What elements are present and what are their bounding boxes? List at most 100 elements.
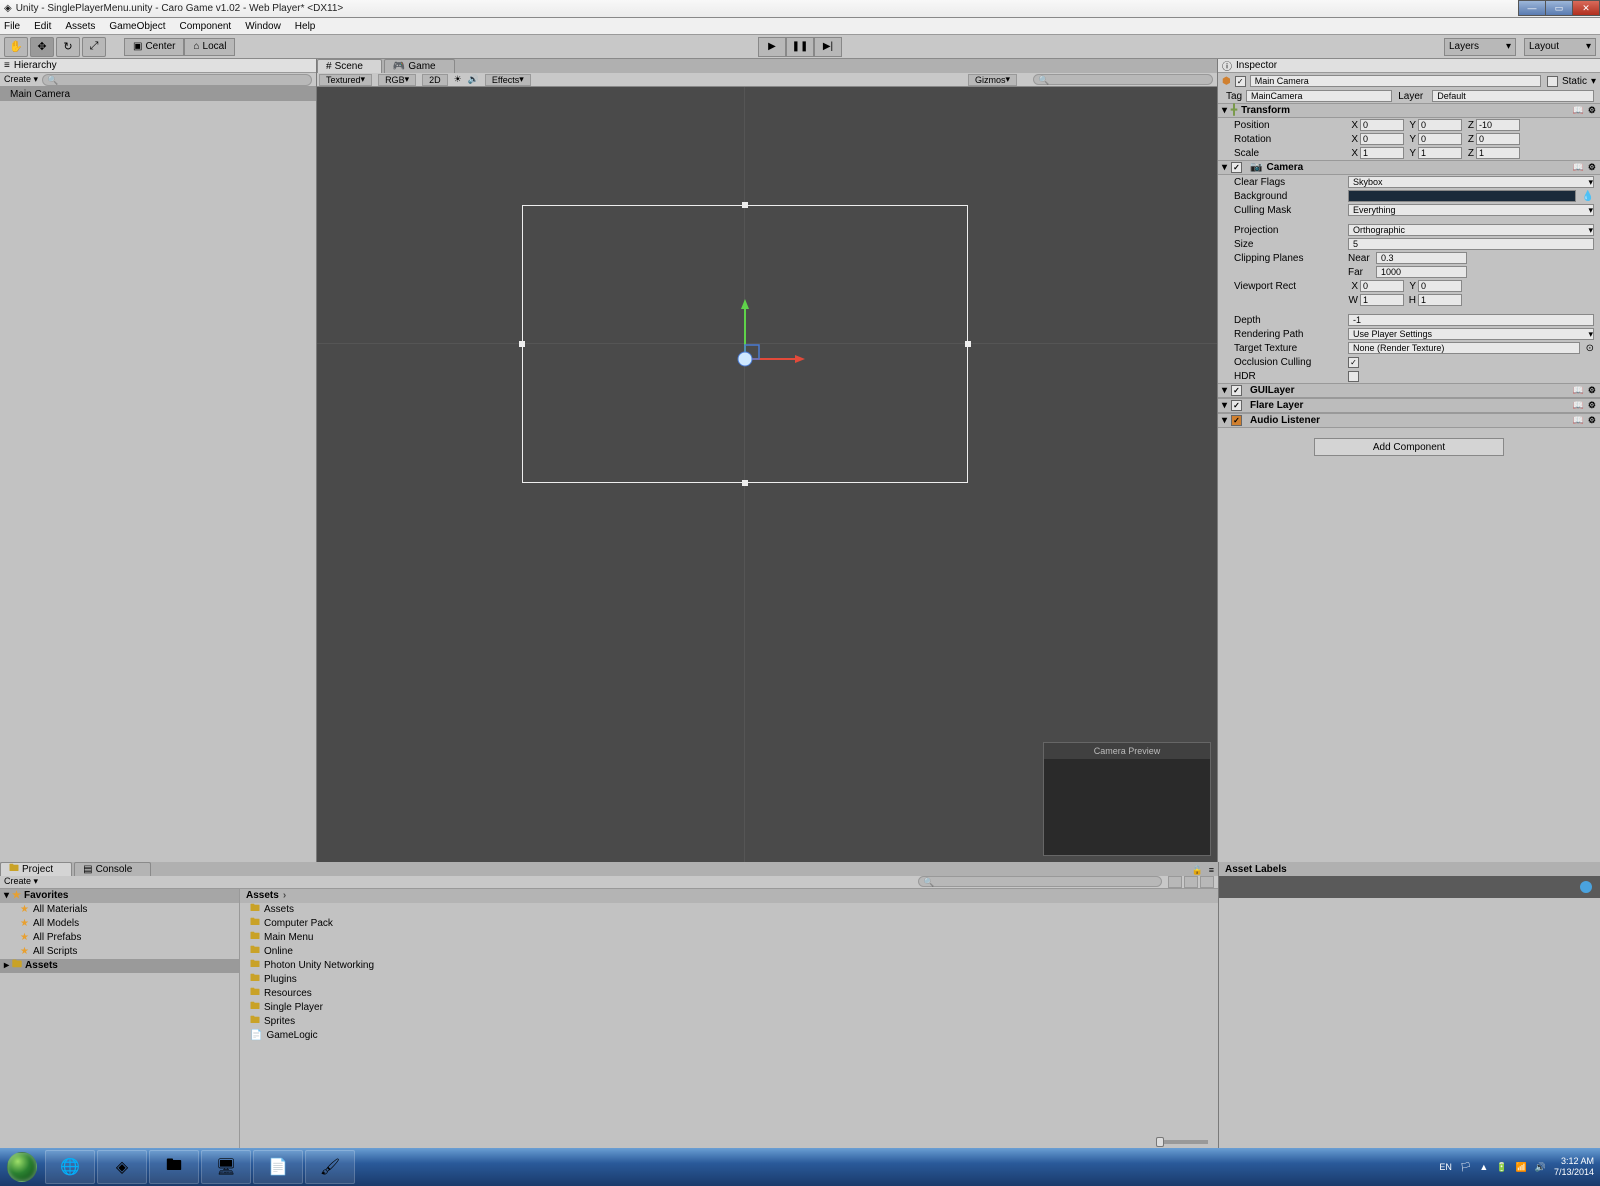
flarelayer-enabled-checkbox[interactable]: ✓	[1231, 400, 1242, 411]
rotation-x-input[interactable]	[1360, 133, 1404, 145]
close-button[interactable]: ✕	[1572, 0, 1600, 16]
help-icon[interactable]: 📖	[1573, 385, 1584, 396]
rotate-tool-button[interactable]: ↻	[56, 37, 80, 57]
assetbundle-icon[interactable]	[1580, 881, 1592, 893]
menu-gameobject[interactable]: GameObject	[109, 21, 165, 32]
scene-tab[interactable]: #Scene	[317, 59, 382, 73]
gameobject-name-input[interactable]: Main Camera	[1250, 75, 1541, 87]
project-item[interactable]: 🖿Assets	[240, 903, 1218, 917]
menu-assets[interactable]: Assets	[65, 21, 95, 32]
favorite-all-models[interactable]: ★All Models	[0, 917, 239, 931]
filter-label-button[interactable]	[1184, 876, 1198, 888]
minimize-button[interactable]: —	[1518, 0, 1546, 16]
occlusion-checkbox[interactable]: ✓	[1348, 357, 1359, 368]
taskbar-explorer[interactable]: 🖿	[149, 1150, 199, 1184]
effects-dropdown[interactable]: Effects ▾	[485, 74, 531, 86]
guilayer-enabled-checkbox[interactable]: ✓	[1231, 385, 1242, 396]
help-icon[interactable]: 📖	[1573, 400, 1584, 411]
camera-component-header[interactable]: ▾ ✓📷 Camera📖⚙	[1218, 160, 1600, 175]
hierarchy-create-dropdown[interactable]: Create ▾	[4, 74, 38, 85]
light-toggle-icon[interactable]: ☀	[454, 74, 462, 85]
project-tab[interactable]: 🖿Project	[0, 862, 72, 876]
favorite-all-scripts[interactable]: ★All Scripts	[0, 945, 239, 959]
hierarchy-search-input[interactable]: 🔍	[42, 74, 312, 86]
add-component-button[interactable]: Add Component	[1314, 438, 1504, 456]
vp-h-input[interactable]	[1418, 294, 1462, 306]
filter-save-button[interactable]	[1200, 876, 1214, 888]
flarelayer-component-header[interactable]: ▾ ✓ Flare Layer📖⚙	[1218, 398, 1600, 413]
lock-icon[interactable]: 🔒	[1192, 865, 1203, 876]
tray-up-icon[interactable]: ▲	[1479, 1162, 1488, 1172]
cullingmask-dropdown[interactable]: Everything▾	[1348, 204, 1594, 216]
renderingpath-dropdown[interactable]: Use Player Settings▾	[1348, 328, 1594, 340]
tray-battery-icon[interactable]: 🔋	[1496, 1162, 1507, 1173]
hierarchy-tab[interactable]: ≡Hierarchy	[0, 59, 316, 73]
play-button[interactable]: ▶	[758, 37, 786, 57]
tray-flag-icon[interactable]: 🏳	[1460, 1162, 1471, 1173]
tray-network-icon[interactable]: 📶	[1516, 1162, 1527, 1173]
start-button[interactable]	[0, 1148, 44, 1186]
help-icon[interactable]: 📖	[1573, 105, 1584, 116]
panel-menu-icon[interactable]: ≡	[1209, 865, 1214, 876]
rotation-z-input[interactable]	[1476, 133, 1520, 145]
game-tab[interactable]: 🎮Game	[384, 59, 455, 73]
clearflags-dropdown[interactable]: Skybox▾	[1348, 176, 1594, 188]
hierarchy-item-main-camera[interactable]: Main Camera	[0, 87, 316, 101]
layer-dropdown[interactable]: Default	[1432, 90, 1594, 102]
object-picker-icon[interactable]: ⊙	[1586, 343, 1594, 354]
eyedropper-icon[interactable]: 💧	[1582, 191, 1594, 202]
handle-bottom[interactable]	[742, 480, 748, 486]
scale-z-input[interactable]	[1476, 147, 1520, 159]
menu-window[interactable]: Window	[245, 21, 281, 32]
project-item[interactable]: 🖿Resources	[240, 987, 1218, 1001]
handle-top[interactable]	[742, 202, 748, 208]
project-item[interactable]: 🖿Main Menu	[240, 931, 1218, 945]
favorite-all-materials[interactable]: ★All Materials	[0, 903, 239, 917]
vp-y-input[interactable]	[1418, 280, 1462, 292]
near-input[interactable]: 0.3	[1376, 252, 1467, 264]
audio-toggle-icon[interactable]: 🔊	[468, 74, 479, 85]
pivot-local-button[interactable]: ⌂Local	[184, 38, 235, 56]
static-checkbox[interactable]	[1547, 76, 1558, 87]
scale-tool-button[interactable]: ⤢	[82, 37, 106, 57]
position-z-input[interactable]	[1476, 119, 1520, 131]
vp-w-input[interactable]	[1360, 294, 1404, 306]
favorite-all-prefabs[interactable]: ★All Prefabs	[0, 931, 239, 945]
project-item[interactable]: 🖿Online	[240, 945, 1218, 959]
2d-toggle[interactable]: 2D	[422, 74, 448, 86]
background-color-input[interactable]	[1348, 190, 1576, 202]
project-item[interactable]: 📄GameLogic	[240, 1029, 1218, 1043]
audiolistener-enabled-checkbox[interactable]: ✓	[1231, 415, 1242, 426]
camera-enabled-checkbox[interactable]: ✓	[1231, 162, 1242, 173]
position-y-input[interactable]	[1418, 119, 1462, 131]
taskbar-unity[interactable]: ◈	[97, 1150, 147, 1184]
tray-lang[interactable]: EN	[1439, 1162, 1452, 1172]
audiolistener-component-header[interactable]: ▾ ✓ Audio Listener📖⚙	[1218, 413, 1600, 428]
scale-x-input[interactable]	[1360, 147, 1404, 159]
assets-root[interactable]: ▸🖿Assets	[0, 959, 239, 973]
projection-dropdown[interactable]: Orthographic▾	[1348, 224, 1594, 236]
handle-right[interactable]	[965, 341, 971, 347]
project-preview-slider[interactable]	[240, 1136, 1218, 1148]
hdr-checkbox[interactable]	[1348, 371, 1359, 382]
favorites-header[interactable]: ▾★Favorites	[0, 889, 239, 903]
handle-left[interactable]	[519, 341, 525, 347]
project-item[interactable]: 🖿Photon Unity Networking	[240, 959, 1218, 973]
pause-button[interactable]: ❚❚	[786, 37, 814, 57]
pivot-center-button[interactable]: ▣Center	[124, 38, 184, 56]
position-x-input[interactable]	[1360, 119, 1404, 131]
hand-tool-button[interactable]: ✋	[4, 37, 28, 57]
project-breadcrumb[interactable]: Assets›	[240, 889, 1218, 903]
guilayer-component-header[interactable]: ▾ ✓ GUILayer📖⚙	[1218, 383, 1600, 398]
taskbar-app2[interactable]: 📄	[253, 1150, 303, 1184]
project-item[interactable]: 🖿Single Player	[240, 1001, 1218, 1015]
project-item[interactable]: 🖿Plugins	[240, 973, 1218, 987]
taskbar-app1[interactable]: 🖥	[201, 1150, 251, 1184]
targettexture-input[interactable]: None (Render Texture)	[1348, 342, 1580, 354]
menu-component[interactable]: Component	[180, 21, 232, 32]
help-icon[interactable]: 📖	[1573, 162, 1584, 173]
scale-y-input[interactable]	[1418, 147, 1462, 159]
layout-dropdown[interactable]: Layout▾	[1524, 38, 1596, 56]
console-tab[interactable]: ▤Console	[74, 862, 151, 876]
tag-dropdown[interactable]: MainCamera	[1246, 90, 1392, 102]
